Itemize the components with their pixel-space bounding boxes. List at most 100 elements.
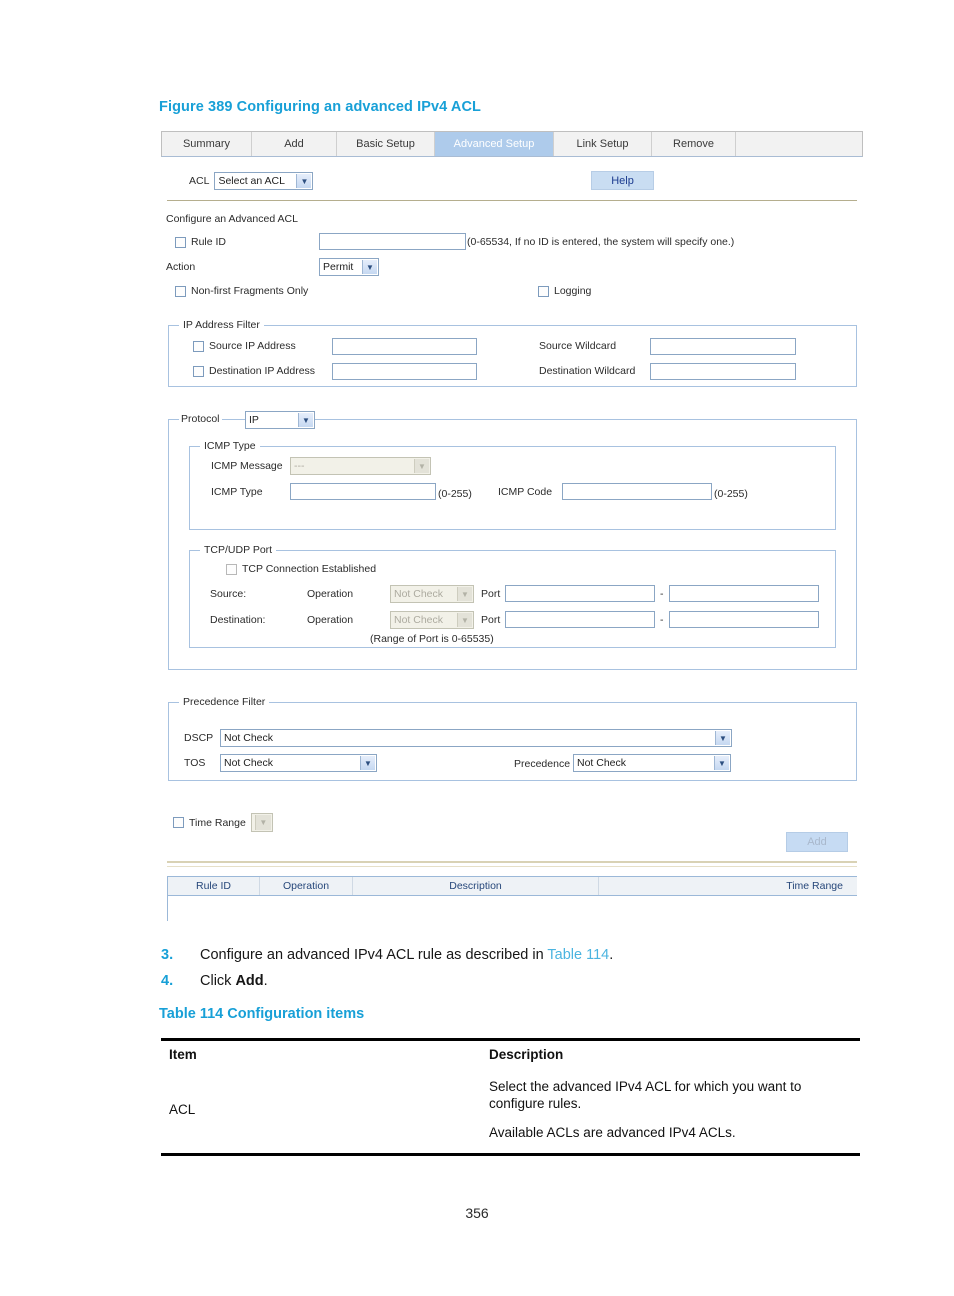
- destination-port-label: Destination:: [210, 614, 266, 626]
- source-port-to-input[interactable]: [669, 585, 819, 602]
- icmp-code-label: ICMP Code: [498, 486, 553, 498]
- source-port-field-label: Port: [481, 588, 501, 600]
- cfg-row-acl-desc-2: Available ACLs are advanced IPv4 ACLs.: [489, 1124, 736, 1140]
- icmp-type-label: ICMP Type: [211, 486, 263, 498]
- icmp-type-input[interactable]: [290, 483, 436, 500]
- ip-address-filter-legend: IP Address Filter: [179, 319, 264, 331]
- cfg-header-row: Item Description: [161, 1038, 860, 1068]
- cfg-row-acl-item: ACL: [161, 1068, 489, 1156]
- tab-remove[interactable]: Remove: [652, 132, 736, 156]
- add-button[interactable]: Add: [786, 832, 848, 852]
- tab-basic-setup[interactable]: Basic Setup: [337, 132, 435, 156]
- source-ip-input[interactable]: [332, 338, 477, 355]
- chevron-down-icon: ▼: [457, 613, 472, 627]
- tcp-udp-port-legend: TCP/UDP Port: [200, 544, 277, 556]
- source-port-label: Source:: [210, 588, 247, 600]
- destination-port-to-input[interactable]: [669, 611, 819, 628]
- rules-table-col-operation[interactable]: Operation: [260, 877, 353, 895]
- tos-select-value: Not Check: [224, 757, 274, 769]
- source-operation-label: Operation: [307, 588, 354, 600]
- source-operation-select[interactable]: Not Check ▼: [390, 585, 474, 603]
- source-ip-checkbox[interactable]: [193, 340, 204, 352]
- tcp-established-label: TCP Connection Established: [242, 563, 377, 575]
- help-button[interactable]: Help: [591, 171, 654, 190]
- rules-table-col-time-range[interactable]: Time Range: [599, 877, 857, 895]
- figure-caption: Figure 389 Configuring an advanced IPv4 …: [159, 99, 482, 115]
- tab-advanced-setup[interactable]: Advanced Setup: [435, 132, 554, 156]
- tab-bar-filler: [736, 132, 862, 156]
- section-title: Configure an Advanced ACL: [166, 213, 298, 225]
- destination-ip-row: Destination IP Address: [193, 365, 315, 377]
- protocol-legend-wrap: Protocol: [179, 413, 222, 425]
- icmp-type-legend: ICMP Type: [200, 440, 260, 452]
- step-list: 3. Configure an advanced IPv4 ACL rule as…: [161, 946, 865, 998]
- chevron-down-icon: ▼: [298, 413, 313, 427]
- non-first-fragments-row: Non-first Fragments Only: [175, 285, 308, 297]
- logging-checkbox[interactable]: [538, 285, 549, 297]
- protocol-label: Protocol: [181, 413, 220, 425]
- dscp-select[interactable]: Not Check ▼: [220, 729, 732, 747]
- tcp-udp-port-group: TCP/UDP Port TCP Connection Established …: [189, 544, 836, 648]
- rule-id-checkbox[interactable]: [175, 236, 186, 248]
- non-first-fragments-label: Non-first Fragments Only: [191, 285, 309, 297]
- rules-table-header: Rule ID Operation Description Time Range: [168, 876, 857, 896]
- icmp-message-select[interactable]: --- ▼: [290, 457, 431, 475]
- tos-label: TOS: [184, 757, 206, 769]
- destination-operation-select[interactable]: Not Check ▼: [390, 611, 474, 629]
- acl-select[interactable]: Select an ACL ▼: [214, 172, 314, 190]
- tab-summary[interactable]: Summary: [162, 132, 252, 156]
- icmp-message-label: ICMP Message: [211, 460, 283, 472]
- time-range-checkbox[interactable]: [173, 817, 184, 828]
- tcp-established-row: TCP Connection Established: [226, 563, 376, 575]
- action-select[interactable]: Permit ▼: [319, 258, 379, 276]
- divider-bottom-2: [167, 866, 857, 867]
- precedence-select[interactable]: Not Check ▼: [573, 754, 731, 772]
- cfg-header-description: Description: [489, 1038, 860, 1068]
- document-page: Figure 389 Configuring an advanced IPv4 …: [0, 0, 954, 1296]
- step-3: 3. Configure an advanced IPv4 ACL rule as…: [161, 946, 865, 964]
- destination-port-range-separator: -: [660, 614, 664, 626]
- chevron-down-icon: ▼: [360, 756, 375, 770]
- step-4: 4. Click Add.: [161, 972, 865, 990]
- rules-table-col-rule-id[interactable]: Rule ID: [168, 877, 260, 895]
- page-number: 356: [465, 1205, 489, 1221]
- divider-bottom-1: [167, 861, 857, 863]
- source-port-from-input[interactable]: [505, 585, 655, 602]
- tab-bar: Summary Add Basic Setup Advanced Setup L…: [161, 131, 863, 157]
- protocol-group: Protocol IP ▼ ICMP Type ICMP Message ---…: [168, 411, 857, 670]
- destination-ip-checkbox[interactable]: [193, 365, 204, 377]
- acl-select-value: Select an ACL: [218, 175, 285, 187]
- tcp-established-checkbox[interactable]: [226, 563, 237, 575]
- source-wildcard-input[interactable]: [650, 338, 796, 355]
- chevron-down-icon: ▼: [296, 174, 312, 188]
- destination-wildcard-label: Destination Wildcard: [539, 365, 636, 377]
- step-3-text-before: Configure an advanced IPv4 ACL rule as d…: [200, 947, 548, 963]
- protocol-select[interactable]: IP ▼: [245, 411, 315, 429]
- rule-id-input[interactable]: [319, 233, 466, 250]
- icmp-code-input[interactable]: [562, 483, 712, 500]
- tos-select[interactable]: Not Check ▼: [220, 754, 377, 772]
- precedence-filter-group: Precedence Filter DSCP Not Check ▼ TOS N…: [168, 696, 857, 781]
- chevron-down-icon: ▼: [715, 731, 730, 745]
- destination-wildcard-input[interactable]: [650, 363, 796, 380]
- source-wildcard-label: Source Wildcard: [539, 340, 617, 352]
- chevron-down-icon: ▼: [362, 260, 377, 274]
- rules-table-col-description[interactable]: Description: [353, 877, 599, 895]
- web-ui-screenshot: Summary Add Basic Setup Advanced Setup L…: [161, 131, 865, 922]
- tab-add[interactable]: Add: [252, 132, 337, 156]
- dscp-label: DSCP: [184, 732, 214, 744]
- destination-port-from-input[interactable]: [505, 611, 655, 628]
- chevron-down-icon: ▼: [457, 587, 472, 601]
- non-first-fragments-checkbox[interactable]: [175, 285, 186, 297]
- protocol-select-value: IP: [249, 414, 259, 426]
- time-range-row: Time Range ▼: [173, 813, 273, 832]
- divider-top: [167, 200, 857, 201]
- icmp-type-hint: (0-255): [438, 488, 472, 500]
- tab-link-setup[interactable]: Link Setup: [554, 132, 652, 156]
- cfg-row-acl: ACL Select the advanced IPv4 ACL for whi…: [161, 1068, 860, 1156]
- destination-ip-input[interactable]: [332, 363, 477, 380]
- rule-id-row: Rule ID: [175, 236, 226, 248]
- time-range-select[interactable]: ▼: [250, 813, 273, 832]
- step-3-xref-table-114[interactable]: Table 114: [547, 947, 609, 963]
- configuration-items-table: Item Description ACL Select the advanced…: [161, 1038, 860, 1156]
